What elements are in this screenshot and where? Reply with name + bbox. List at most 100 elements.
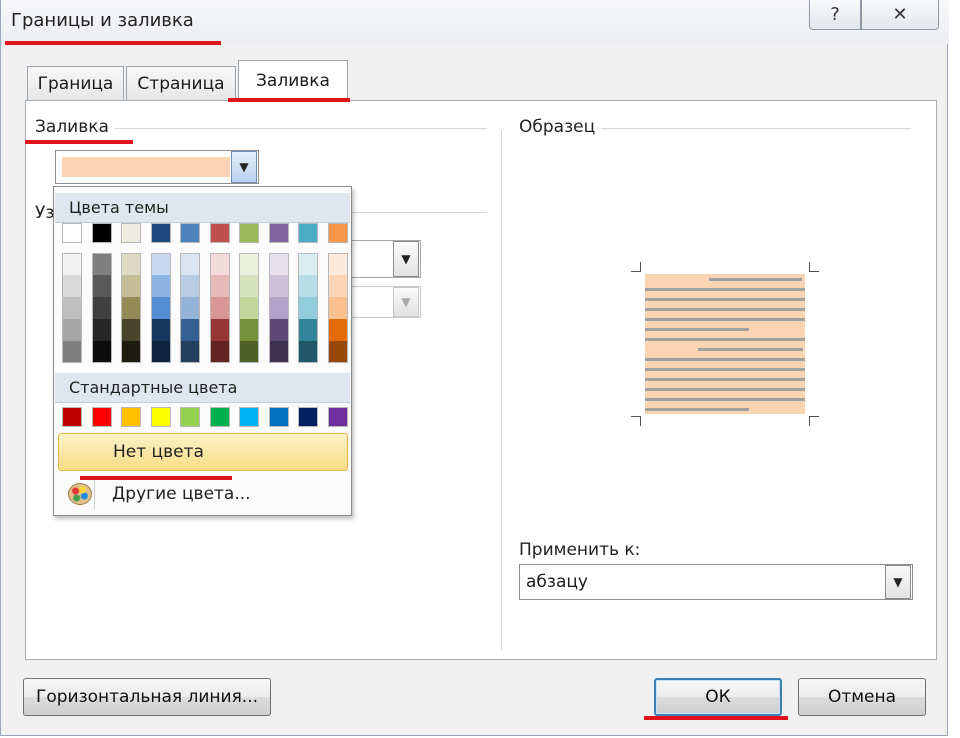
theme-shade-swatch[interactable] [298,341,318,363]
theme-shade-swatch[interactable] [327,297,348,319]
theme-shade-swatch[interactable] [268,319,289,341]
theme-shade-swatch[interactable] [150,253,171,275]
fill-color-swatch [62,157,230,177]
cancel-button[interactable]: Отмена [798,678,926,716]
theme-color-swatch[interactable] [268,223,289,243]
standard-color-swatch[interactable] [209,407,230,427]
preview-corner-mark [809,416,819,426]
theme-shade-swatch[interactable] [239,319,259,341]
theme-shade-swatch[interactable] [62,341,82,363]
theme-color-swatch[interactable] [327,223,348,243]
more-colors-option[interactable]: Другие цвета... [58,477,348,511]
apply-to-dropdown[interactable]: абзацу [519,564,913,600]
theme-shade-swatch[interactable] [209,341,230,363]
theme-shade-swatch[interactable] [121,253,141,275]
help-icon: ? [830,4,840,25]
theme-shade-swatch[interactable] [62,253,82,275]
theme-color-swatch[interactable] [298,223,318,243]
theme-shade-swatch[interactable] [209,253,230,275]
theme-shade-swatch[interactable] [327,319,348,341]
theme-shade-swatch[interactable] [327,341,348,363]
help-button[interactable]: ? [809,0,861,30]
theme-shade-swatch[interactable] [62,319,82,341]
theme-color-swatch[interactable] [150,223,171,243]
preview-text-line [645,308,805,311]
theme-shade-swatch[interactable] [298,275,318,297]
no-color-annotation-underline [80,476,232,480]
theme-shade-swatch[interactable] [268,297,289,319]
theme-shade-swatch[interactable] [239,275,259,297]
no-color-option[interactable]: Нет цвета [58,433,348,471]
standard-color-swatch[interactable] [268,407,289,427]
theme-shade-swatch[interactable] [121,297,141,319]
theme-shade-swatch[interactable] [327,253,348,275]
theme-shade-swatch[interactable] [298,319,318,341]
theme-shade-swatch[interactable] [62,275,82,297]
theme-shade-swatch[interactable] [62,297,82,319]
theme-color-swatch[interactable] [180,223,200,243]
theme-shade-swatch[interactable] [180,341,200,363]
preview-text-line [709,278,802,281]
standard-color-swatch[interactable] [180,407,200,427]
theme-shade-swatch[interactable] [209,297,230,319]
tab-shading[interactable]: Заливка [238,60,348,101]
horizontal-line-button[interactable]: Горизонтальная линия... [23,678,271,716]
theme-shade-swatch[interactable] [239,341,259,363]
theme-shade-swatch[interactable] [209,275,230,297]
fill-dropdown-button[interactable]: ▼ [231,151,257,183]
theme-shade-swatch[interactable] [150,297,171,319]
theme-shade-swatch[interactable] [268,341,289,363]
theme-shade-swatch[interactable] [180,319,200,341]
preview-text-line [645,408,749,411]
close-button[interactable]: ✕ [861,0,939,30]
tab-border[interactable]: Граница [27,66,124,100]
fill-color-dropdown[interactable] [55,150,259,184]
theme-shade-swatch[interactable] [239,297,259,319]
theme-color-swatch[interactable] [121,223,141,243]
theme-shade-swatch[interactable] [180,253,200,275]
theme-color-swatch[interactable] [62,223,82,243]
tab-page-border[interactable]: Страница [126,66,236,100]
standard-color-swatch[interactable] [150,407,171,427]
theme-shade-swatch[interactable] [298,297,318,319]
standard-color-swatch[interactable] [91,407,112,427]
preview-text-line [645,338,805,341]
theme-shade-swatch[interactable] [91,253,112,275]
theme-shade-swatch[interactable] [150,319,171,341]
apply-to-dropdown-button[interactable]: ▼ [885,565,911,599]
theme-shade-swatch[interactable] [268,253,289,275]
theme-shade-swatch[interactable] [180,297,200,319]
theme-color-swatch[interactable] [209,223,230,243]
theme-shade-swatch[interactable] [268,275,289,297]
standard-color-swatch[interactable] [327,407,348,427]
theme-shade-swatch[interactable] [121,341,141,363]
preview-group-line [601,128,911,129]
horizontal-line-label: Горизонтальная линия... [35,687,259,707]
theme-shade-swatch[interactable] [91,319,112,341]
theme-shade-swatch[interactable] [91,297,112,319]
more-colors-label: Другие цвета... [112,484,251,504]
pattern-style-dropdown-button[interactable]: ▼ [393,241,419,277]
theme-shade-swatch[interactable] [150,275,171,297]
theme-shade-swatch[interactable] [121,275,141,297]
standard-color-swatch[interactable] [298,407,318,427]
theme-color-swatch[interactable] [91,223,112,243]
theme-color-swatch[interactable] [239,223,259,243]
theme-shade-swatch[interactable] [91,275,112,297]
theme-shade-swatch[interactable] [180,275,200,297]
standard-color-swatch[interactable] [62,407,82,427]
theme-shade-swatch[interactable] [209,319,230,341]
theme-shade-swatch[interactable] [298,253,318,275]
theme-shade-swatch[interactable] [91,341,112,363]
theme-shade-swatch[interactable] [150,341,171,363]
theme-shade-swatch[interactable] [327,275,348,297]
standard-color-swatch[interactable] [239,407,259,427]
theme-shade-swatch[interactable] [239,253,259,275]
preview-sample [645,274,805,414]
standard-color-swatch[interactable] [121,407,141,427]
ok-button[interactable]: ОК [654,678,782,716]
dialog-title: Границы и заливка [11,10,194,31]
cancel-label: Отмена [827,687,897,707]
theme-shade-swatch[interactable] [121,319,141,341]
preview-text-line [645,388,805,391]
